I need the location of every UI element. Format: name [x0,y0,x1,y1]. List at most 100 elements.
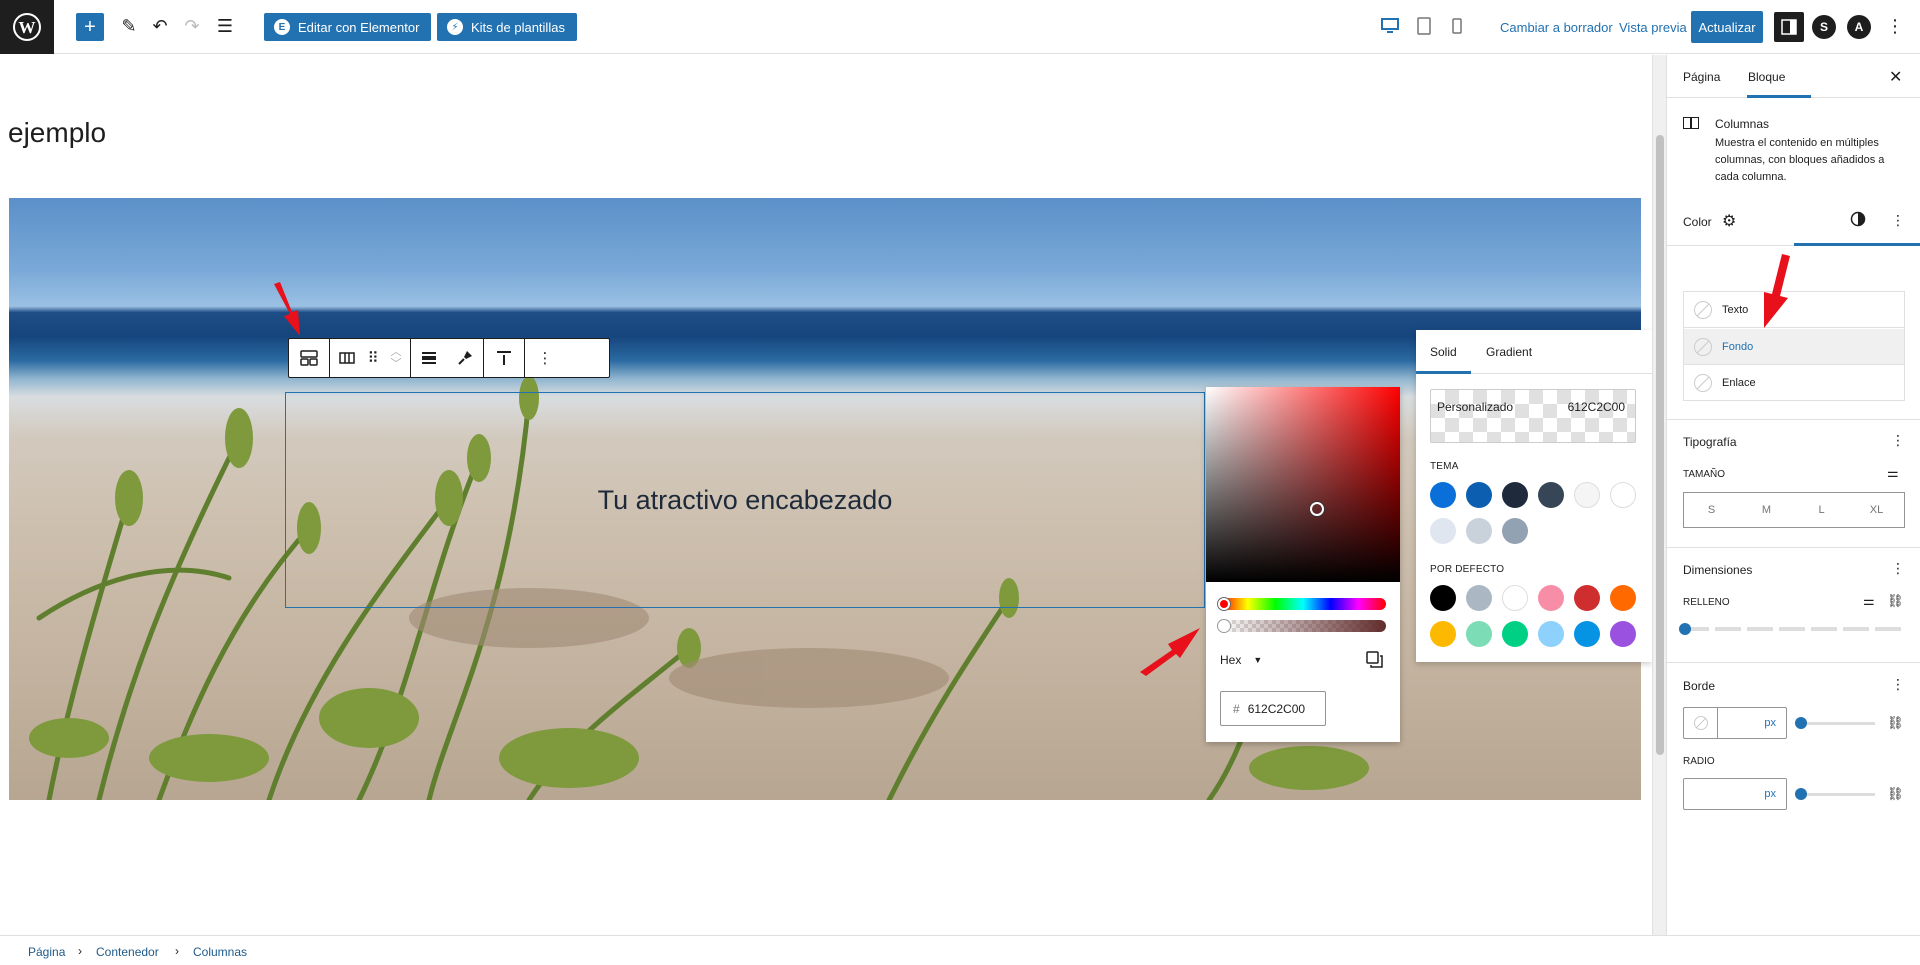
padding-slider-handle[interactable] [1679,623,1691,635]
tab-page[interactable]: Página [1683,70,1720,84]
dimensions-options-icon[interactable]: ⋮ [1891,560,1905,577]
drag-handle-icon[interactable]: ⠿ [364,339,382,377]
size-option-xl[interactable]: XL [1849,493,1904,527]
unlink-icon[interactable]: ⛓ [1887,715,1904,731]
color-swatch[interactable] [1466,482,1492,508]
align-icon[interactable] [411,339,447,377]
color-swatch[interactable] [1502,621,1528,647]
color-swatch[interactable] [1610,621,1636,647]
chevron-right-icon: › [78,944,82,958]
sidebar-tabs: Página Bloque ✕ [1667,55,1920,98]
hue-slider[interactable] [1220,598,1386,610]
tab-block[interactable]: Bloque [1748,70,1785,84]
close-icon[interactable]: ✕ [1889,67,1902,87]
wordpress-logo-icon[interactable]: W [0,0,54,54]
color-swatch[interactable] [1430,482,1456,508]
alpha-slider[interactable] [1220,620,1386,632]
tab-solid[interactable]: Solid [1430,345,1457,359]
hue-handle[interactable] [1218,598,1230,610]
custom-size-icon[interactable]: ⚌ [1887,465,1899,481]
add-block-icon[interactable]: + [76,13,104,41]
edit-with-elementor-button[interactable]: E Editar con Elementor [264,13,432,41]
astra-icon[interactable]: A [1847,15,1871,39]
border-radius-input[interactable]: px [1683,778,1787,810]
canvas-scrollbar[interactable] [1652,55,1666,935]
border-color-icon[interactable] [1684,708,1718,738]
border-radius-handle[interactable] [1795,788,1807,800]
border-radius-slider[interactable] [1797,793,1875,796]
color-swatch[interactable] [1430,518,1456,544]
color-swatch[interactable] [1502,518,1528,544]
custom-color-button[interactable]: Personalizado 612C2C00 [1430,389,1636,443]
typography-options-icon[interactable]: ⋮ [1891,432,1905,449]
switch-to-draft-link[interactable]: Cambiar a borrador [1500,20,1613,35]
tab-gradient[interactable]: Gradient [1486,345,1532,359]
gear-icon[interactable]: ⚙ [1722,211,1736,231]
padding-slider[interactable] [1683,627,1905,631]
update-button[interactable]: Actualizar [1691,11,1763,43]
border-width-handle[interactable] [1795,717,1807,729]
color-swatch[interactable] [1466,585,1492,611]
saturation-area[interactable] [1206,387,1400,582]
scroll-thumb[interactable] [1656,135,1664,755]
options-icon[interactable]: ⋮ [1883,14,1907,38]
size-option-m[interactable]: M [1739,493,1794,527]
pencil-icon[interactable]: ✎ [117,14,141,38]
mobile-preview-icon[interactable] [1447,16,1467,36]
list-view-icon[interactable]: ☰ [213,14,237,38]
color-options-icon[interactable]: ⋮ [1891,212,1905,229]
border-options-icon[interactable]: ⋮ [1891,676,1905,693]
color-swatch[interactable] [1430,585,1456,611]
more-options-icon[interactable]: ⋮ [525,339,565,377]
heading-text[interactable]: Tu atractivo encabezado [598,485,893,516]
copy-icon[interactable] [1366,651,1384,669]
padding-label: Relleno [1683,597,1730,608]
breadcrumb-item[interactable]: Contenedor [96,945,159,959]
template-kits-button[interactable]: ⚡ Kits de plantillas [437,13,577,41]
custom-padding-icon[interactable]: ⚌ [1863,593,1875,609]
color-swatch[interactable] [1538,621,1564,647]
styles-icon[interactable] [1850,211,1866,232]
color-item-link[interactable]: Enlace [1684,365,1904,401]
move-up-down-icon[interactable]: ︿ ﹀ [382,339,410,377]
color-swatch[interactable] [1466,621,1492,647]
alpha-handle[interactable] [1218,620,1230,632]
color-format-select[interactable]: Hex ▼ [1220,653,1262,667]
redo-icon[interactable]: ↷ [180,14,204,38]
hex-input[interactable]: # 612C2C00 [1220,691,1326,726]
format-brush-icon[interactable] [447,339,483,377]
select-parent-block-icon[interactable] [289,339,329,377]
color-swatch[interactable] [1502,585,1528,611]
color-item-background[interactable]: Fondo [1684,329,1904,365]
color-swatch[interactable] [1538,482,1564,508]
vertical-align-top-icon[interactable] [484,339,524,377]
settings-sidebar-icon[interactable] [1774,12,1804,42]
annotation-arrow-icon [1764,254,1790,328]
post-title[interactable]: ejemplo [8,117,106,149]
unlink-icon[interactable]: ⛓ [1887,786,1904,802]
tablet-preview-icon[interactable] [1414,16,1434,36]
color-swatch[interactable] [1538,585,1564,611]
heading-block[interactable]: Tu atractivo encabezado [285,392,1205,608]
color-swatch[interactable] [1430,621,1456,647]
color-swatch[interactable] [1574,482,1600,508]
color-swatch[interactable] [1502,482,1528,508]
undo-icon[interactable]: ↶ [148,14,172,38]
border-width-slider[interactable] [1797,722,1875,725]
spectra-icon[interactable]: S [1812,15,1836,39]
color-swatch[interactable] [1574,585,1600,611]
preview-link[interactable]: Vista previa [1619,20,1687,35]
saturation-handle[interactable] [1310,502,1324,516]
color-swatch[interactable] [1466,518,1492,544]
desktop-preview-icon[interactable] [1380,16,1400,36]
breadcrumb-item[interactable]: Página [28,945,65,959]
columns-block-icon[interactable] [330,339,364,377]
color-swatch[interactable] [1610,585,1636,611]
size-option-s[interactable]: S [1684,493,1739,527]
border-width-input[interactable]: px [1683,707,1787,739]
unlink-icon[interactable]: ⛓ [1887,593,1904,609]
color-swatch[interactable] [1610,482,1636,508]
breadcrumb-item[interactable]: Columnas [193,945,247,959]
size-option-l[interactable]: L [1794,493,1849,527]
color-swatch[interactable] [1574,621,1600,647]
